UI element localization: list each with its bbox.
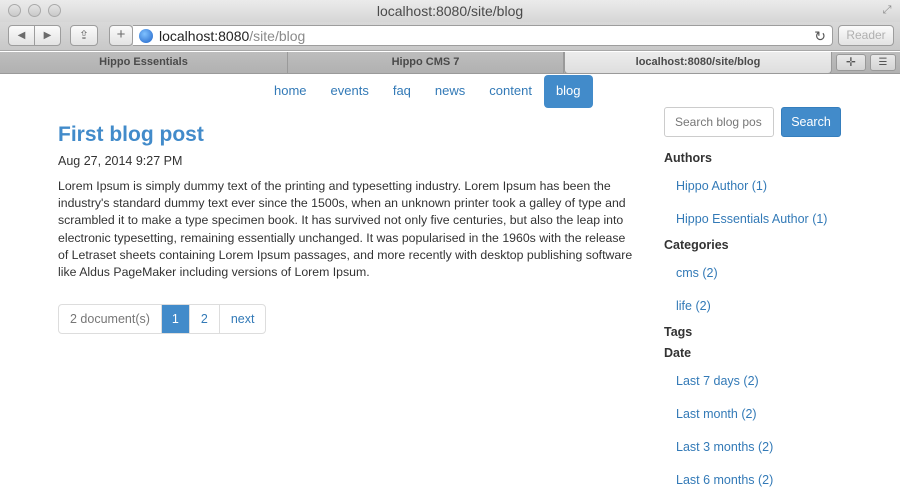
- share-button[interactable]: ⇪: [70, 25, 98, 46]
- url-host: localhost:8080: [159, 28, 250, 44]
- tab-current-blog[interactable]: localhost:8080/site/blog: [564, 52, 832, 74]
- date-link-last-month[interactable]: Last month (2): [676, 407, 757, 421]
- nav-events[interactable]: events: [319, 75, 381, 108]
- address-bar[interactable]: localhost:8080/site/blog ↻: [133, 25, 833, 46]
- nav-news[interactable]: news: [423, 75, 477, 108]
- forward-button[interactable]: ▶: [34, 25, 61, 46]
- tab-bar: Hippo Essentials Hippo CMS 7 localhost:8…: [0, 52, 900, 74]
- category-link-cms[interactable]: cms (2): [676, 266, 718, 280]
- fullscreen-icon[interactable]: ⤢: [881, 4, 893, 16]
- document-count: 2 document(s): [70, 312, 150, 326]
- back-arrow-icon: ◀: [17, 30, 26, 41]
- authors-heading: Authors: [664, 151, 712, 165]
- add-bookmark-button[interactable]: +: [109, 25, 133, 46]
- forward-arrow-icon: ▶: [43, 30, 52, 41]
- categories-heading: Categories: [664, 238, 729, 252]
- tab-hippo-cms[interactable]: Hippo CMS 7: [288, 52, 564, 74]
- new-tab-button[interactable]: ✛: [836, 54, 866, 71]
- back-button[interactable]: ◀: [8, 25, 35, 46]
- reader-button[interactable]: Reader: [838, 25, 894, 46]
- show-all-tabs-button[interactable]: ☰: [870, 54, 896, 71]
- tab-hippo-essentials[interactable]: Hippo Essentials: [0, 52, 288, 74]
- share-icon: ⇪: [78, 28, 90, 42]
- close-window-button[interactable]: [8, 4, 21, 17]
- globe-icon: [139, 29, 153, 43]
- post-body: Lorem Ipsum is simply dummy text of the …: [58, 179, 633, 280]
- nav-blog[interactable]: blog: [543, 75, 593, 108]
- url-path: /site/blog: [249, 28, 306, 44]
- plus-icon: +: [116, 26, 126, 43]
- page-1-button[interactable]: 1: [160, 305, 189, 333]
- nav-home[interactable]: home: [262, 75, 319, 108]
- next-page-button[interactable]: next: [218, 305, 266, 333]
- nav-content[interactable]: content: [477, 75, 544, 108]
- tab-list-icon: ☰: [878, 57, 888, 68]
- url-text[interactable]: localhost:8080/site/blog: [159, 26, 305, 46]
- post-title-link[interactable]: First blog post: [58, 123, 204, 147]
- browser-toolbar: ◀ ▶ ⇪ + localhost:8080/site/blog ↻ Reade…: [0, 22, 900, 51]
- author-link-hippo-author[interactable]: Hippo Author (1): [676, 179, 767, 193]
- search-button[interactable]: Search: [781, 107, 841, 137]
- date-link-last-3-months[interactable]: Last 3 months (2): [676, 440, 773, 454]
- zoom-window-button[interactable]: [48, 4, 61, 17]
- category-link-life[interactable]: life (2): [676, 299, 711, 313]
- reload-icon[interactable]: ↻: [814, 26, 826, 46]
- date-link-last-7-days[interactable]: Last 7 days (2): [676, 374, 759, 388]
- tags-heading: Tags: [664, 325, 693, 339]
- post-date: Aug 27, 2014 9:27 PM: [58, 154, 183, 168]
- main-nav: home events faq news content blog: [262, 75, 593, 109]
- plus-icon: ✛: [845, 55, 857, 69]
- window-titlebar: localhost:8080/site/blog ⤢: [0, 0, 900, 22]
- author-link-hippo-essentials-author[interactable]: Hippo Essentials Author (1): [676, 212, 827, 226]
- search-input[interactable]: [664, 107, 774, 137]
- minimize-window-button[interactable]: [28, 4, 41, 17]
- page-2-button[interactable]: 2: [188, 305, 219, 333]
- pagination: 2 document(s) 1 2 next: [58, 304, 267, 334]
- date-heading: Date: [664, 346, 692, 360]
- date-link-last-6-months[interactable]: Last 6 months (2): [676, 473, 773, 487]
- window-title: localhost:8080/site/blog: [376, 3, 524, 19]
- nav-faq[interactable]: faq: [381, 75, 423, 108]
